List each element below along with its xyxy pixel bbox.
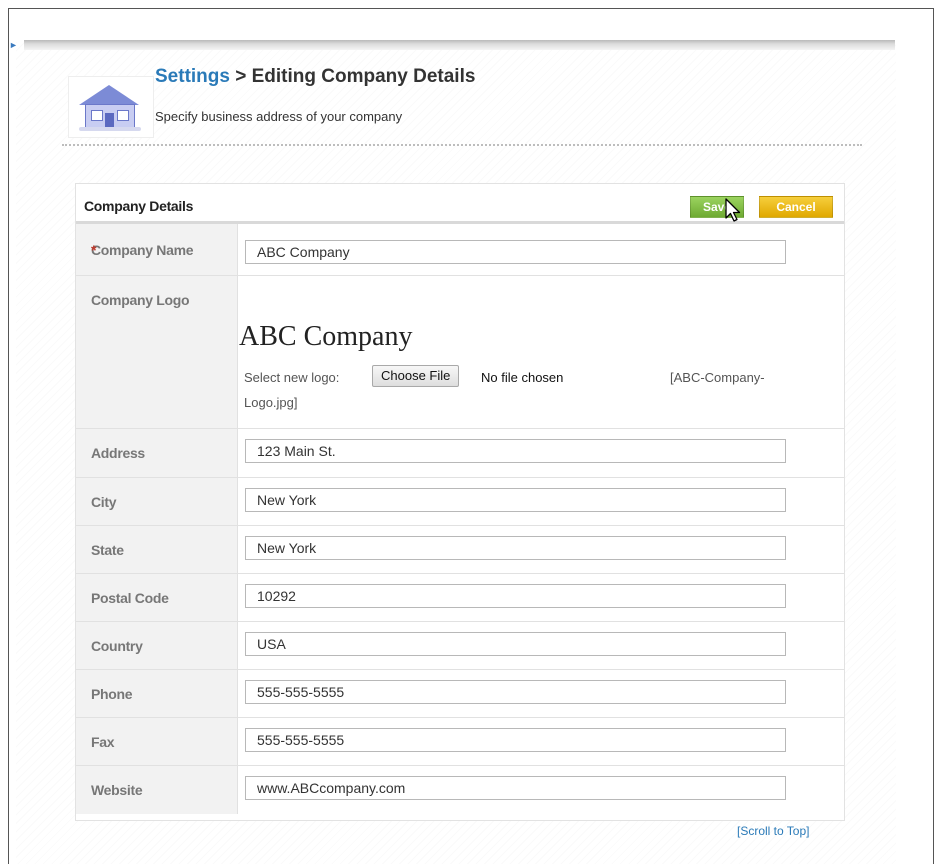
fax-row: Fax 555-555-5555 — [76, 718, 844, 766]
company-logo-label: Company Logo — [76, 276, 238, 428]
house-icon — [68, 76, 154, 138]
fax-input[interactable]: 555-555-5555 — [245, 728, 786, 752]
required-mark: * — [91, 241, 97, 258]
company-name-input[interactable]: ABC Company — [245, 240, 786, 264]
corner-icon: ► — [9, 40, 18, 50]
scroll-to-top-link[interactable]: [Scroll to Top] — [737, 824, 809, 838]
address-row: Address 123 Main St. — [76, 429, 844, 478]
country-row: Country USA — [76, 622, 844, 670]
company-details-panel: Company Details Save Cancel * Company Nam… — [75, 183, 845, 821]
state-label: State — [76, 526, 238, 573]
current-logo-filename-cont: Logo.jpg] — [244, 395, 298, 410]
select-logo-label: Select new logo: — [244, 370, 340, 385]
fax-label: Fax — [76, 718, 238, 765]
company-logo-row: Company Logo ABC Company Select new logo… — [76, 276, 844, 429]
company-name-row: * Company Name ABC Company — [76, 224, 844, 276]
page-title-text: Editing Company Details — [251, 66, 476, 87]
company-logo-preview: ABC Company — [239, 321, 413, 352]
postal-code-label: Postal Code — [76, 574, 238, 621]
state-input[interactable]: New York — [245, 536, 786, 560]
website-input[interactable]: www.ABCcompany.com — [245, 776, 786, 800]
page-subtitle: Specify business address of your company — [155, 109, 403, 124]
phone-row: Phone 555-555-5555 — [76, 670, 844, 718]
address-label: Address — [76, 429, 238, 477]
city-label: City — [76, 478, 238, 525]
country-input[interactable]: USA — [245, 632, 786, 656]
panel-header: Company Details Save Cancel — [76, 184, 844, 224]
current-logo-filename: [ABC-Company- — [670, 370, 765, 385]
top-bar — [24, 40, 895, 50]
state-row: State New York — [76, 526, 844, 574]
choose-file-button[interactable]: Choose File — [372, 365, 460, 387]
postal-code-input[interactable]: 10292 — [245, 584, 786, 608]
header-divider — [62, 144, 862, 146]
panel-title: Company Details — [84, 198, 194, 214]
phone-label: Phone — [76, 670, 238, 717]
website-row: Website www.ABCcompany.com — [76, 766, 844, 814]
city-input[interactable]: New York — [245, 488, 786, 512]
city-row: City New York — [76, 478, 844, 526]
breadcrumb-separator: > — [229, 66, 252, 87]
address-input[interactable]: 123 Main St. — [245, 439, 786, 463]
no-file-status: No file chosen — [481, 370, 564, 385]
page-title: Settings > Editing Company Details — [155, 66, 475, 88]
website-label: Website — [76, 766, 238, 814]
mouse-cursor-icon — [725, 198, 741, 222]
postal-code-row: Postal Code 10292 — [76, 574, 844, 622]
phone-input[interactable]: 555-555-5555 — [245, 680, 786, 704]
breadcrumb-settings-link[interactable]: Settings — [155, 66, 230, 87]
company-name-label: * Company Name — [76, 224, 238, 275]
cancel-button[interactable]: Cancel — [759, 196, 833, 218]
country-label: Country — [76, 622, 238, 669]
